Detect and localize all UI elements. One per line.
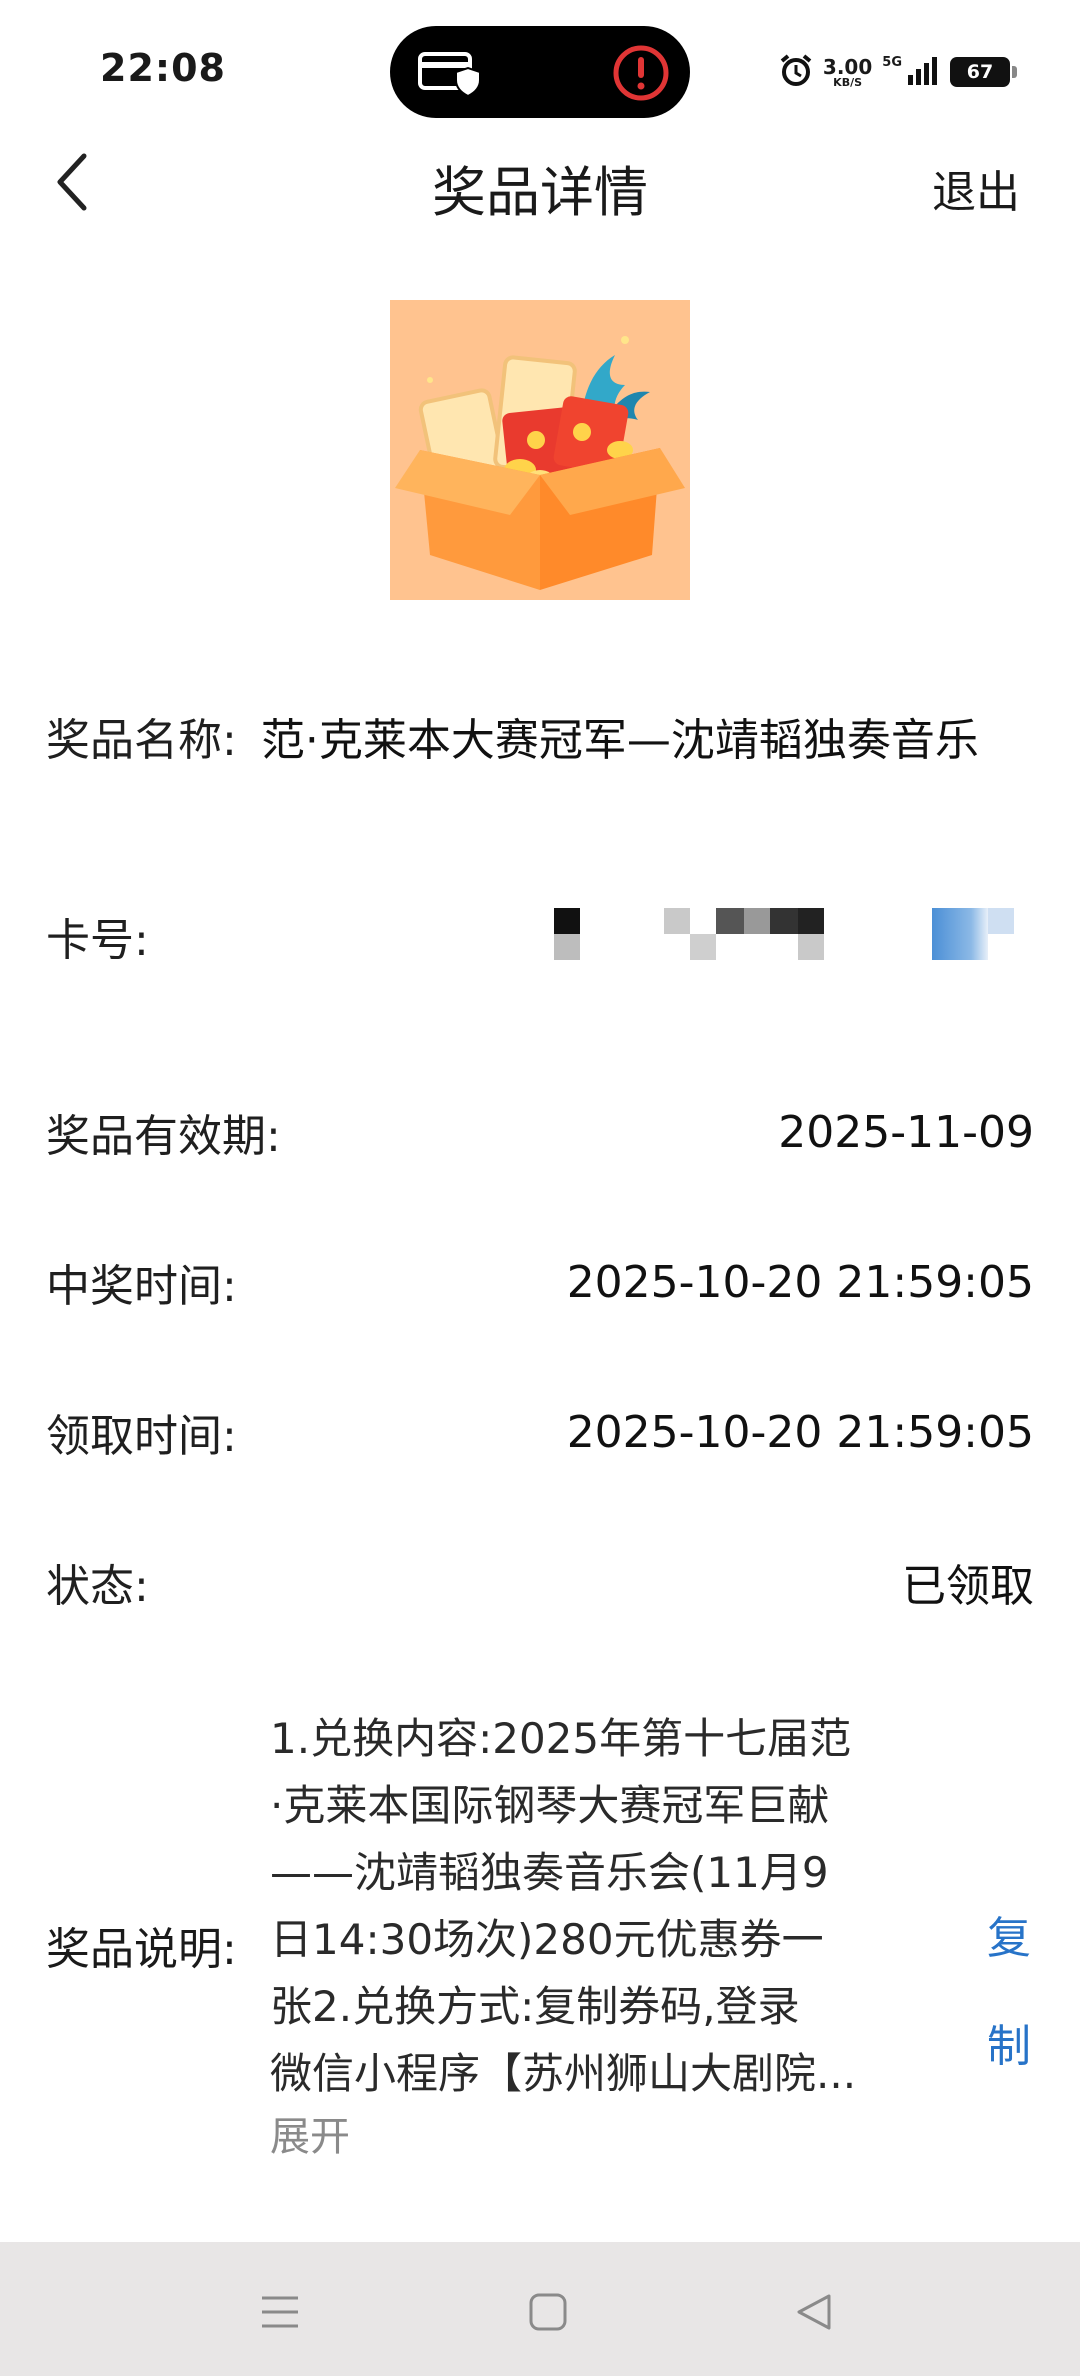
page-title: 奖品详情 (432, 161, 648, 224)
card-shield-icon (416, 48, 481, 100)
desc-text: 1.兑换内容:2025年第十七届范 ·克莱本国际钢琴大赛冠军巨献 ——沈靖韬独奏… (270, 1705, 910, 2167)
menu-icon (262, 2296, 298, 2328)
signal-icon (906, 55, 940, 89)
battery-icon: 67 (950, 57, 1017, 87)
desc-label: 奖品说明: (46, 1924, 237, 1975)
back-triangle-icon (797, 2294, 831, 2330)
prize-name-label: 奖品名称: (46, 715, 237, 766)
claim-time-row: 领取时间: 2025-10-20 21:59:05 (46, 1392, 1034, 1472)
alert-icon (612, 44, 670, 106)
prize-name-value: 范·克莱本大赛冠军—沈靖韬独奏音乐 (260, 715, 979, 766)
home-square-icon (529, 2293, 567, 2331)
win-time-row: 中奖时间: 2025-10-20 21:59:05 (46, 1242, 1034, 1322)
system-nav-bar (0, 2242, 1080, 2376)
card-number-row: 卡号: (46, 896, 1034, 976)
home-button[interactable] (518, 2282, 578, 2342)
validity-value: 2025-11-09 (778, 1106, 1034, 1158)
copy-button[interactable]: 复制 (984, 1885, 1034, 2101)
dynamic-island[interactable] (390, 26, 690, 118)
claim-time-value: 2025-10-20 21:59:05 (566, 1406, 1034, 1458)
card-number-masked (554, 906, 1034, 966)
prize-description-row: 奖品说明: 1.兑换内容:2025年第十七届范 ·克莱本国际钢琴大赛冠军巨献 —… (46, 1705, 1034, 2185)
alarm-icon (779, 53, 813, 91)
net-speed: 3.00 KB/S (822, 54, 873, 89)
signal-type: 5G (882, 54, 902, 70)
exit-button[interactable]: 退出 (932, 156, 1020, 220)
desc-content: 1.兑换内容:2025年第十七届范 ·克莱本国际钢琴大赛冠军巨献 ——沈靖韬独奏… (270, 1714, 857, 2098)
status-bar: 22:08 3.00 KB/S 5G 67 (0, 0, 1080, 130)
status-time: 22:08 (100, 46, 226, 90)
back-nav-button[interactable] (784, 2282, 844, 2342)
claim-time-label: 领取时间: (46, 1411, 237, 1462)
card-number-label: 卡号: (46, 915, 149, 966)
expand-link[interactable]: 展开 (270, 2107, 910, 2167)
win-time-label: 中奖时间: (46, 1261, 237, 1312)
nav-bar: 奖品详情 退出 (0, 130, 1080, 234)
status-icons: 3.00 KB/S 5G 67 (779, 52, 1017, 92)
win-time-value: 2025-10-20 21:59:05 (566, 1256, 1034, 1308)
menu-button[interactable] (250, 2282, 310, 2342)
prize-name-row: 奖品名称: 范·克莱本大赛冠军—沈靖韬独奏音乐 (46, 696, 1034, 776)
validity-row: 奖品有效期: 2025-11-09 (46, 1092, 1034, 1172)
validity-label: 奖品有效期: (46, 1111, 281, 1162)
status-value: 已领取 (902, 1561, 1034, 1612)
status-row: 状态: 已领取 (46, 1542, 1034, 1622)
prize-image (390, 300, 690, 600)
status-label: 状态: (46, 1561, 149, 1612)
